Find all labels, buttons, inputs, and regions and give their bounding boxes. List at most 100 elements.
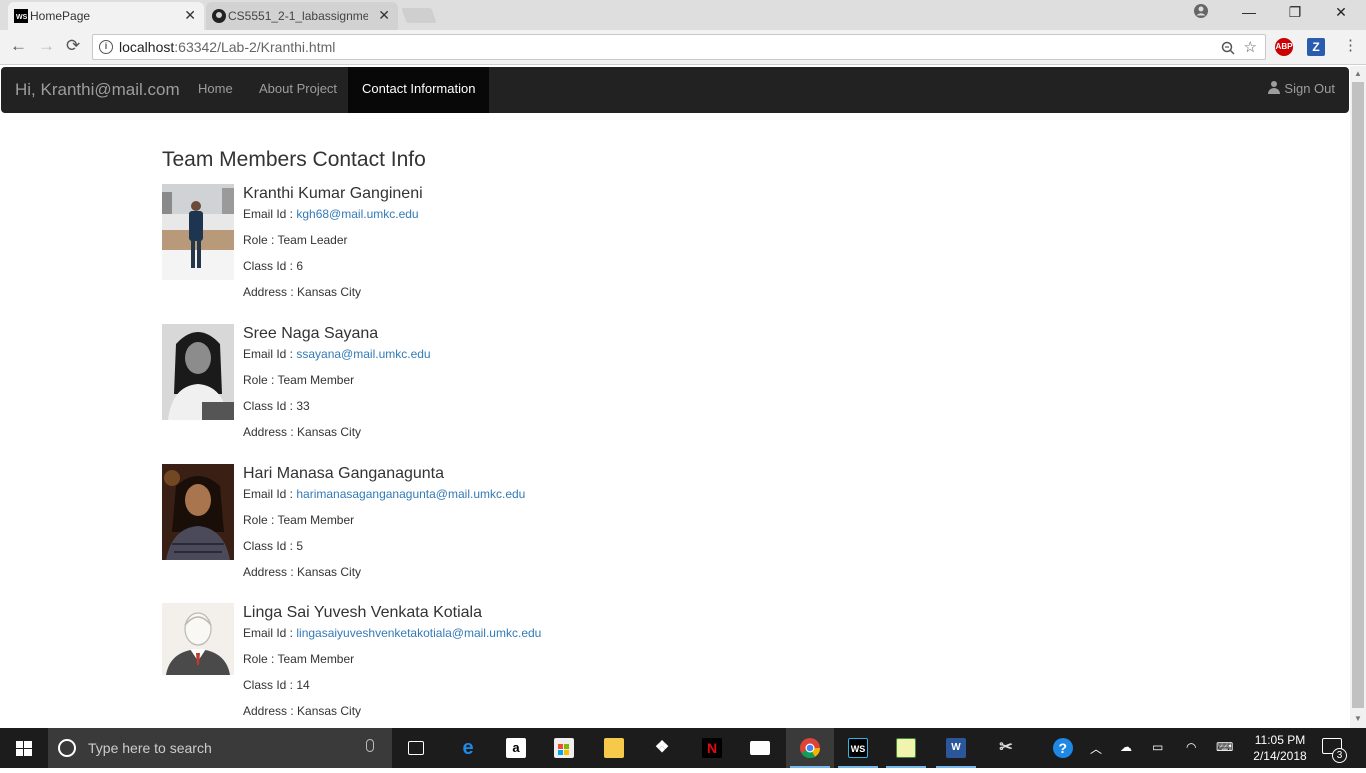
close-icon[interactable]: ✕ <box>184 7 196 24</box>
dropbox-icon: ❖ <box>654 739 670 756</box>
user-icon <box>1268 81 1281 94</box>
scroll-down-icon[interactable]: ▼ <box>1354 714 1362 723</box>
windows-icon <box>16 741 32 756</box>
close-window-icon[interactable]: ✕ <box>1318 4 1364 21</box>
member-address: Address : Kansas City <box>243 425 362 439</box>
tab-homepage[interactable]: WS HomePage ✕ <box>8 2 204 30</box>
member-info: Linga Sai Yuvesh Venkata Kotiala Email I… <box>243 603 743 727</box>
tab-github[interactable]: CS5551_2-1_labassignme ✕ <box>206 2 398 30</box>
scissors-icon: ✂ <box>999 739 1013 756</box>
store-icon <box>554 738 574 758</box>
url-path: :63342/Lab-2/Kranthi.html <box>174 39 336 55</box>
email-label: Email Id : <box>243 207 297 221</box>
taskbar-chrome[interactable] <box>786 728 834 768</box>
page-viewport: Hi, Kranthi@mail.com Home About Project … <box>0 66 1366 728</box>
taskbar-dropbox[interactable]: ❖ <box>638 728 686 768</box>
amazon-icon: a <box>506 738 526 758</box>
taskbar-amazon[interactable]: a <box>492 728 540 768</box>
task-view-icon <box>408 741 424 755</box>
microphone-icon[interactable] <box>366 739 374 752</box>
url-host: localhost <box>119 39 175 55</box>
member-photo <box>162 464 234 560</box>
spreadsheet-icon <box>896 738 916 758</box>
nav-about-project[interactable]: About Project <box>245 67 351 113</box>
signout-link[interactable]: Sign Out <box>1268 67 1335 113</box>
email-link[interactable]: ssayana@mail.umkc.edu <box>296 347 430 361</box>
taskbar-search[interactable]: Type here to search <box>48 728 392 768</box>
wifi-icon[interactable]: ◠ <box>1186 740 1196 754</box>
adblock-icon[interactable]: ABP <box>1275 38 1293 56</box>
page-title: Team Members Contact Info <box>162 148 426 171</box>
help-icon[interactable]: ? <box>1052 737 1074 762</box>
nav-contact-information[interactable]: Contact Information <box>348 67 490 113</box>
member-name: Linga Sai Yuvesh Venkata Kotiala <box>243 604 482 621</box>
navbar-brand[interactable]: Hi, Kranthi@mail.com <box>15 80 180 100</box>
taskbar-file-explorer[interactable] <box>590 728 638 768</box>
keyboard-icon[interactable]: ⌨ <box>1216 740 1233 754</box>
taskbar-netflix[interactable]: N <box>688 728 736 768</box>
chrome-icon <box>800 738 821 759</box>
email-label: Email Id : <box>243 626 297 640</box>
nav-home[interactable]: Home <box>184 67 247 113</box>
task-view-button[interactable] <box>392 728 440 768</box>
email-label: Email Id : <box>243 487 297 501</box>
member-address: Address : Kansas City <box>243 704 362 718</box>
email-label: Email Id : <box>243 347 297 361</box>
scrollbar-thumb[interactable] <box>1352 82 1364 708</box>
member-photo <box>162 324 234 420</box>
taskbar-store[interactable] <box>540 728 588 768</box>
taskbar-snipping-tool[interactable]: ✂ <box>982 728 1030 768</box>
tab-title: HomePage <box>30 9 91 23</box>
reload-icon[interactable]: ⟳ <box>66 36 80 56</box>
restore-icon[interactable]: ❐ <box>1272 4 1318 21</box>
taskbar-word[interactable]: W <box>932 728 980 768</box>
member-photo <box>162 184 234 280</box>
taskbar-edge[interactable]: e <box>444 728 492 768</box>
new-tab-button[interactable] <box>401 8 437 23</box>
info-icon[interactable]: i <box>99 40 113 54</box>
taskbar-excel-app[interactable] <box>882 728 930 768</box>
battery-icon[interactable]: ▭ <box>1152 740 1163 754</box>
email-link[interactable]: lingasaiyuveshvenketakotiala@mail.umkc.e… <box>296 626 541 640</box>
svg-text:WS: WS <box>16 14 28 21</box>
member-photo <box>162 603 234 675</box>
member-info: Sree Naga Sayana Email Id : ssayana@mail… <box>243 324 743 448</box>
browser-toolbar: ← → ⟳ i localhost:63342/Lab-2/Kranthi.ht… <box>0 30 1366 65</box>
address-bar[interactable]: i localhost:63342/Lab-2/Kranthi.html ☆ <box>92 34 1266 60</box>
member-class-id: Class Id : 33 <box>243 399 310 413</box>
member-role: Role : Team Leader <box>243 233 348 247</box>
edge-icon: e <box>462 737 474 759</box>
back-icon[interactable]: ← <box>10 36 27 56</box>
member-name: Hari Manasa Ganganagunta <box>243 465 445 482</box>
signout-label: Sign Out <box>1284 81 1335 96</box>
start-button[interactable] <box>0 728 48 768</box>
clock-date: 2/14/2018 <box>1253 749 1307 763</box>
cortana-icon <box>58 739 76 757</box>
menu-icon[interactable]: ⋮ <box>1343 36 1358 54</box>
clock-time: 11:05 PM <box>1254 733 1306 747</box>
page-scrollbar[interactable]: ▲ ▼ <box>1350 66 1366 728</box>
email-link[interactable]: kgh68@mail.umkc.edu <box>296 207 418 221</box>
close-icon[interactable]: ✕ <box>378 7 390 24</box>
member-role: Role : Team Member <box>243 513 355 527</box>
email-link[interactable]: harimanasaganganagunta@mail.umkc.edu <box>296 487 525 501</box>
member-class-id: Class Id : 5 <box>243 539 304 553</box>
zotero-icon[interactable]: Z <box>1307 38 1325 56</box>
bookmark-star-icon[interactable]: ☆ <box>1244 36 1257 60</box>
minimize-icon[interactable]: — <box>1226 4 1272 20</box>
svg-text:?: ? <box>1059 740 1068 756</box>
forward-icon[interactable]: → <box>38 36 55 56</box>
onedrive-icon[interactable]: ☁ <box>1120 740 1132 754</box>
taskbar-webstorm[interactable]: WS <box>834 728 882 768</box>
github-icon <box>212 9 226 23</box>
system-clock[interactable]: 11:05 PM 2/14/2018 <box>1248 732 1312 764</box>
zoom-icon[interactable] <box>1221 38 1235 62</box>
scroll-up-icon[interactable]: ▲ <box>1354 69 1362 78</box>
member-role: Role : Team Member <box>243 652 355 666</box>
chevron-up-icon[interactable]: ︿ <box>1090 740 1102 757</box>
member-class-id: Class Id : 6 <box>243 259 304 273</box>
profile-icon[interactable] <box>1178 4 1224 21</box>
site-navbar: Hi, Kranthi@mail.com Home About Project … <box>1 67 1349 113</box>
folder-icon <box>604 738 624 758</box>
taskbar-mail[interactable] <box>736 728 784 768</box>
